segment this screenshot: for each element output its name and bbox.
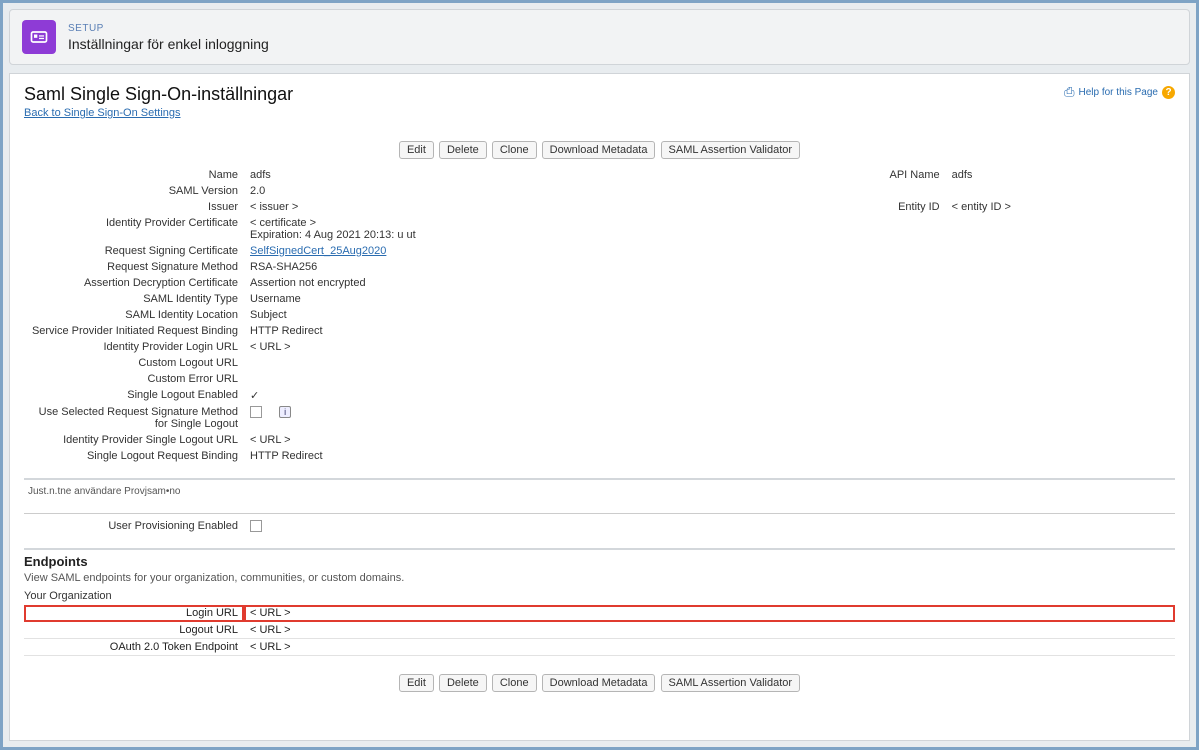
saml-validator-button-bottom[interactable]: SAML Assertion Validator	[661, 674, 801, 692]
label-use-req-sig: Use Selected Request Signature Method fo…	[24, 404, 244, 432]
label-login-url: Login URL	[24, 605, 244, 622]
label-api-name: API Name	[816, 167, 946, 183]
download-metadata-button[interactable]: Download Metadata	[542, 141, 656, 159]
help-icon: ?	[1162, 86, 1175, 99]
label-slo-enabled: Single Logout Enabled	[24, 387, 244, 404]
value-use-req-sig: i	[244, 404, 816, 432]
page-title: Saml Single Sign-On-inställningar	[24, 84, 293, 105]
detail-table: Name adfs API Name adfs SAML Version 2.0…	[24, 167, 1175, 464]
content-area: Saml Single Sign-On-inställningar Back t…	[9, 73, 1190, 741]
app-frame: SETUP Inställningar för enkel inloggning…	[0, 0, 1199, 750]
button-row-top: Edit Delete Clone Download Metadata SAML…	[24, 141, 1175, 159]
label-assert-decrypt: Assertion Decryption Certificate	[24, 275, 244, 291]
endpoints-heading: Endpoints	[24, 554, 1175, 569]
endpoints-table: Login URL < URL > Logout URL < URL > OAu…	[24, 605, 1175, 656]
value-name: adfs	[244, 167, 816, 183]
value-identity-location: Subject	[244, 307, 816, 323]
label-sp-binding: Service Provider Initiated Request Bindi…	[24, 323, 244, 339]
page-title-row: Saml Single Sign-On-inställningar Back t…	[24, 84, 1175, 119]
value-entity-id: < entity ID >	[946, 199, 1175, 215]
value-custom-logout	[244, 355, 816, 371]
value-idp-login-url: < URL >	[244, 339, 816, 355]
label-slo-binding: Single Logout Request Binding	[24, 448, 244, 464]
idp-cert-value: < certificate >	[250, 217, 316, 229]
label-req-sig-method: Request Signature Method	[24, 259, 244, 275]
value-saml-version: 2.0	[244, 183, 816, 199]
header-title: Inställningar för enkel inloggning	[68, 36, 269, 52]
header-texts: SETUP Inställningar för enkel inloggning	[68, 23, 269, 52]
label-custom-error: Custom Error URL	[24, 371, 244, 387]
label-req-sign-cert: Request Signing Certificate	[24, 243, 244, 259]
setup-label: SETUP	[68, 23, 269, 34]
org-label: Your Organization	[24, 590, 1175, 602]
divider-jit-thin	[24, 513, 1175, 514]
value-assert-decrypt: Assertion not encrypted	[244, 275, 816, 291]
value-oauth-endpoint: < URL >	[244, 639, 1175, 656]
info-icon[interactable]: i	[279, 406, 291, 418]
edit-button[interactable]: Edit	[399, 141, 434, 159]
value-slo-binding: HTTP Redirect	[244, 448, 816, 464]
checkbox-unchecked-icon	[250, 406, 262, 418]
value-req-sign-cert[interactable]: SelfSignedCert_25Aug2020	[250, 245, 386, 257]
label-entity-id: Entity ID	[816, 199, 946, 215]
value-identity-type: Username	[244, 291, 816, 307]
clone-button[interactable]: Clone	[492, 141, 537, 159]
help-link[interactable]: ⎙ Help for this Page ?	[1064, 84, 1175, 100]
help-text: Help for this Page	[1079, 87, 1159, 98]
clone-button-bottom[interactable]: Clone	[492, 674, 537, 692]
label-idp-slo-url: Identity Provider Single Logout URL	[24, 432, 244, 448]
value-user-provisioning	[244, 518, 710, 534]
value-login-url: < URL >	[244, 605, 1175, 622]
sso-settings-icon	[22, 20, 56, 54]
label-issuer: Issuer	[24, 199, 244, 215]
label-idp-login-url: Identity Provider Login URL	[24, 339, 244, 355]
label-name: Name	[24, 167, 244, 183]
saml-validator-button[interactable]: SAML Assertion Validator	[661, 141, 801, 159]
label-idp-cert: Identity Provider Certificate	[24, 215, 244, 243]
login-url-row: Login URL < URL >	[24, 605, 1175, 622]
value-api-name: adfs	[946, 167, 1175, 183]
value-slo-enabled: ✓	[244, 387, 816, 404]
value-logout-url: < URL >	[244, 622, 1175, 639]
back-link[interactable]: Back to Single Sign-On Settings	[24, 107, 181, 119]
label-saml-version: SAML Version	[24, 183, 244, 199]
value-idp-cert: < certificate > Expiration: 4 Aug 2021 2…	[244, 215, 816, 243]
page-header-card: SETUP Inställningar för enkel inloggning	[9, 9, 1190, 65]
edit-button-bottom[interactable]: Edit	[399, 674, 434, 692]
jit-table: User Provisioning Enabled	[24, 518, 1175, 534]
label-oauth-endpoint: OAuth 2.0 Token Endpoint	[24, 639, 244, 656]
label-custom-logout: Custom Logout URL	[24, 355, 244, 371]
printer-icon: ⎙	[1064, 84, 1074, 100]
label-user-provisioning: User Provisioning Enabled	[24, 518, 244, 534]
delete-button-bottom[interactable]: Delete	[439, 674, 487, 692]
divider-endpoints	[24, 548, 1175, 550]
value-custom-error	[244, 371, 816, 387]
value-sp-binding: HTTP Redirect	[244, 323, 816, 339]
value-idp-slo-url: < URL >	[244, 432, 816, 448]
endpoints-subtext: View SAML endpoints for your organizatio…	[24, 572, 1175, 584]
checkbox-unchecked-icon	[250, 520, 262, 532]
title-block: Saml Single Sign-On-inställningar Back t…	[24, 84, 293, 119]
label-logout-url: Logout URL	[24, 622, 244, 639]
value-issuer: < issuer >	[244, 199, 816, 215]
delete-button[interactable]: Delete	[439, 141, 487, 159]
idp-cert-expiration: Expiration: 4 Aug 2021 20:13: u ut	[250, 229, 416, 241]
button-row-bottom: Edit Delete Clone Download Metadata SAML…	[24, 674, 1175, 692]
divider-jit	[24, 478, 1175, 480]
jit-section-label: Just.n.tne användare Provjsam•no	[24, 484, 1175, 499]
download-metadata-button-bottom[interactable]: Download Metadata	[542, 674, 656, 692]
label-identity-type: SAML Identity Type	[24, 291, 244, 307]
value-req-sig-method: RSA-SHA256	[244, 259, 816, 275]
label-identity-location: SAML Identity Location	[24, 307, 244, 323]
